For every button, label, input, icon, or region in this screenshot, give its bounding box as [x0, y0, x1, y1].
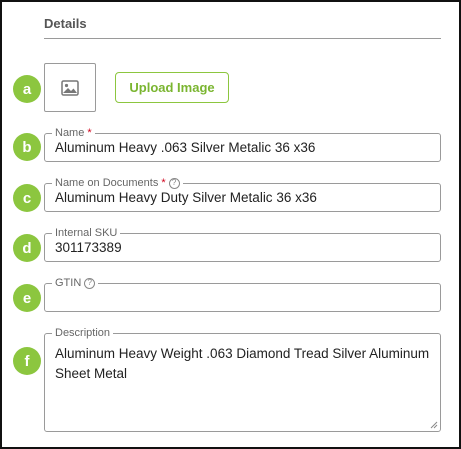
details-panel: Details a Upload Image b Name * Aluminum…: [0, 0, 461, 449]
badge-c: c: [13, 184, 41, 212]
gtin-label-text: GTIN: [55, 277, 82, 289]
badge-b: b: [13, 133, 41, 161]
image-placeholder[interactable]: [44, 63, 96, 112]
required-marker: *: [87, 127, 92, 139]
gtin-label: GTIN ?: [52, 276, 99, 290]
description-value: Aluminum Heavy Weight .063 Diamond Tread…: [55, 346, 430, 381]
name-label-text: Name: [55, 127, 85, 139]
upload-image-button[interactable]: Upload Image: [115, 72, 229, 103]
name-field[interactable]: Name * Aluminum Heavy .063 Silver Metali…: [44, 126, 441, 162]
description-label-text: Description: [55, 327, 111, 339]
resize-handle-icon[interactable]: [430, 421, 438, 429]
gtin-field[interactable]: GTIN ?: [44, 276, 441, 312]
internal-sku-label-text: Internal SKU: [55, 227, 118, 239]
name-label: Name *: [52, 126, 95, 140]
description-label: Description: [52, 326, 114, 340]
image-icon: [61, 79, 79, 96]
name-value: Aluminum Heavy .063 Silver Metalic 36 x3…: [55, 140, 316, 155]
name-on-documents-field[interactable]: Name on Documents * ? Aluminum Heavy Dut…: [44, 176, 441, 212]
help-icon[interactable]: ?: [84, 277, 96, 289]
name-on-documents-label-text: Name on Documents: [55, 177, 159, 189]
badge-d: d: [13, 234, 41, 262]
name-on-documents-label: Name on Documents * ?: [52, 176, 183, 190]
help-icon[interactable]: ?: [168, 177, 180, 189]
section-title: Details: [44, 16, 87, 31]
name-on-documents-value: Aluminum Heavy Duty Silver Metalic 36 x3…: [55, 190, 317, 205]
section-divider: [44, 38, 441, 39]
badge-a: a: [13, 75, 41, 103]
internal-sku-label: Internal SKU: [52, 226, 121, 240]
required-marker: *: [161, 177, 166, 189]
badge-e: e: [13, 284, 41, 312]
description-field[interactable]: Description Aluminum Heavy Weight .063 D…: [44, 326, 441, 432]
internal-sku-field[interactable]: Internal SKU 301173389: [44, 226, 441, 262]
internal-sku-value: 301173389: [55, 240, 122, 255]
badge-f: f: [13, 347, 41, 375]
